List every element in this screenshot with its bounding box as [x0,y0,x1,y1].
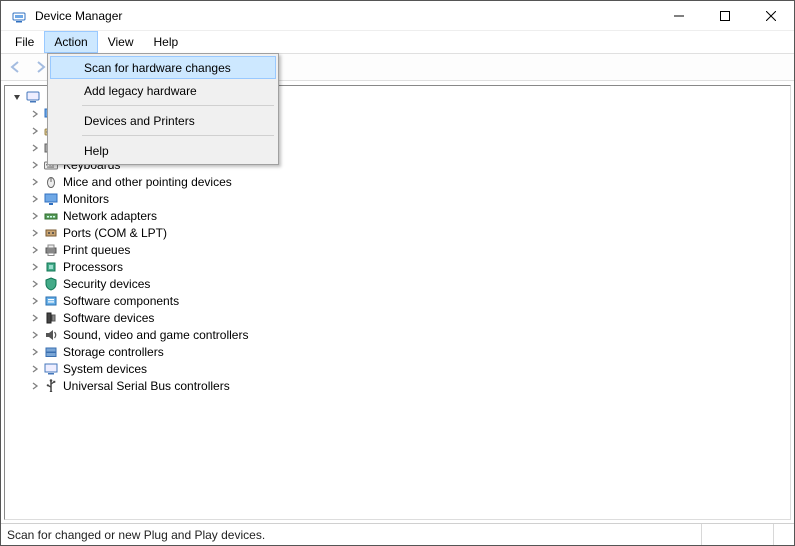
device-category-icon [43,344,59,360]
device-category-icon [43,293,59,309]
chevron-right-icon[interactable] [29,244,41,256]
tree-item-label: Security devices [63,277,150,291]
tree-item[interactable]: Sound, video and game controllers [11,326,790,343]
chevron-right-icon[interactable] [29,142,41,154]
dropdown-separator [82,135,274,136]
device-manager-window: Device Manager File Action View Help Sca… [0,0,795,546]
chevron-right-icon[interactable] [29,346,41,358]
tree-item[interactable]: Ports (COM & LPT) [11,224,790,241]
menu-action[interactable]: Action [44,31,97,53]
chevron-right-icon[interactable] [29,125,41,137]
status-cell-2 [702,524,774,545]
maximize-button[interactable] [702,1,748,31]
tree-item-label: Processors [63,260,123,274]
chevron-right-icon[interactable] [29,261,41,273]
tree-item-label: Print queues [63,243,130,257]
tree-item[interactable]: Universal Serial Bus controllers [11,377,790,394]
device-category-icon [43,310,59,326]
tree-item[interactable]: Processors [11,258,790,275]
device-category-icon [43,361,59,377]
tree-item[interactable]: Software devices [11,309,790,326]
chevron-right-icon[interactable] [29,363,41,375]
status-cell-3 [774,524,794,545]
chevron-right-icon[interactable] [29,312,41,324]
chevron-right-icon[interactable] [29,176,41,188]
tree-item[interactable]: Mice and other pointing devices [11,173,790,190]
tree-item[interactable]: System devices [11,360,790,377]
chevron-right-icon[interactable] [29,159,41,171]
device-category-icon [43,174,59,190]
action-dropdown: Scan for hardware changes Add legacy har… [47,53,279,165]
menubar: File Action View Help [1,31,794,53]
tree-item[interactable]: Security devices [11,275,790,292]
statusbar: Scan for changed or new Plug and Play de… [1,523,794,545]
close-button[interactable] [748,1,794,31]
menu-view[interactable]: View [98,31,144,53]
tree-item[interactable]: Network adapters [11,207,790,224]
menu-action-help[interactable]: Help [50,139,276,162]
menu-devices-and-printers[interactable]: Devices and Printers [50,109,276,132]
device-category-icon [43,276,59,292]
device-category-icon [43,327,59,343]
tree-item-label: Storage controllers [63,345,164,359]
device-category-icon [43,208,59,224]
minimize-button[interactable] [656,1,702,31]
device-manager-icon [11,8,27,24]
tree-item-label: Network adapters [63,209,157,223]
tree-item-label: Sound, video and game controllers [63,328,248,342]
chevron-right-icon[interactable] [29,380,41,392]
tree-item[interactable]: Monitors [11,190,790,207]
chevron-right-icon[interactable] [29,193,41,205]
chevron-right-icon[interactable] [29,210,41,222]
menu-scan-hardware[interactable]: Scan for hardware changes [50,56,276,79]
window-title: Device Manager [35,9,656,23]
status-text: Scan for changed or new Plug and Play de… [1,524,702,545]
tree-item[interactable]: Storage controllers [11,343,790,360]
device-category-icon [43,191,59,207]
menu-file[interactable]: File [5,31,44,53]
computer-icon [25,89,41,105]
chevron-right-icon[interactable] [29,295,41,307]
titlebar: Device Manager [1,1,794,31]
tree-item-label: Software devices [63,311,154,325]
device-category-icon [43,378,59,394]
device-category-icon [43,225,59,241]
chevron-right-icon[interactable] [29,108,41,120]
tree-item-label: Monitors [63,192,109,206]
chevron-down-icon[interactable] [11,91,23,103]
device-category-icon [43,259,59,275]
menu-help[interactable]: Help [144,31,189,53]
tree-item-label: Mice and other pointing devices [63,175,232,189]
tree-item-label: Ports (COM & LPT) [63,226,167,240]
back-button[interactable] [5,56,27,78]
tree-item-label: Software components [63,294,179,308]
chevron-right-icon[interactable] [29,329,41,341]
tree-item[interactable]: Software components [11,292,790,309]
chevron-right-icon[interactable] [29,227,41,239]
tree-item-label: Universal Serial Bus controllers [63,379,230,393]
menu-add-legacy-hardware[interactable]: Add legacy hardware [50,79,276,102]
tree-item[interactable]: Print queues [11,241,790,258]
chevron-right-icon[interactable] [29,278,41,290]
dropdown-separator [82,105,274,106]
tree-item-label: System devices [63,362,147,376]
device-category-icon [43,242,59,258]
